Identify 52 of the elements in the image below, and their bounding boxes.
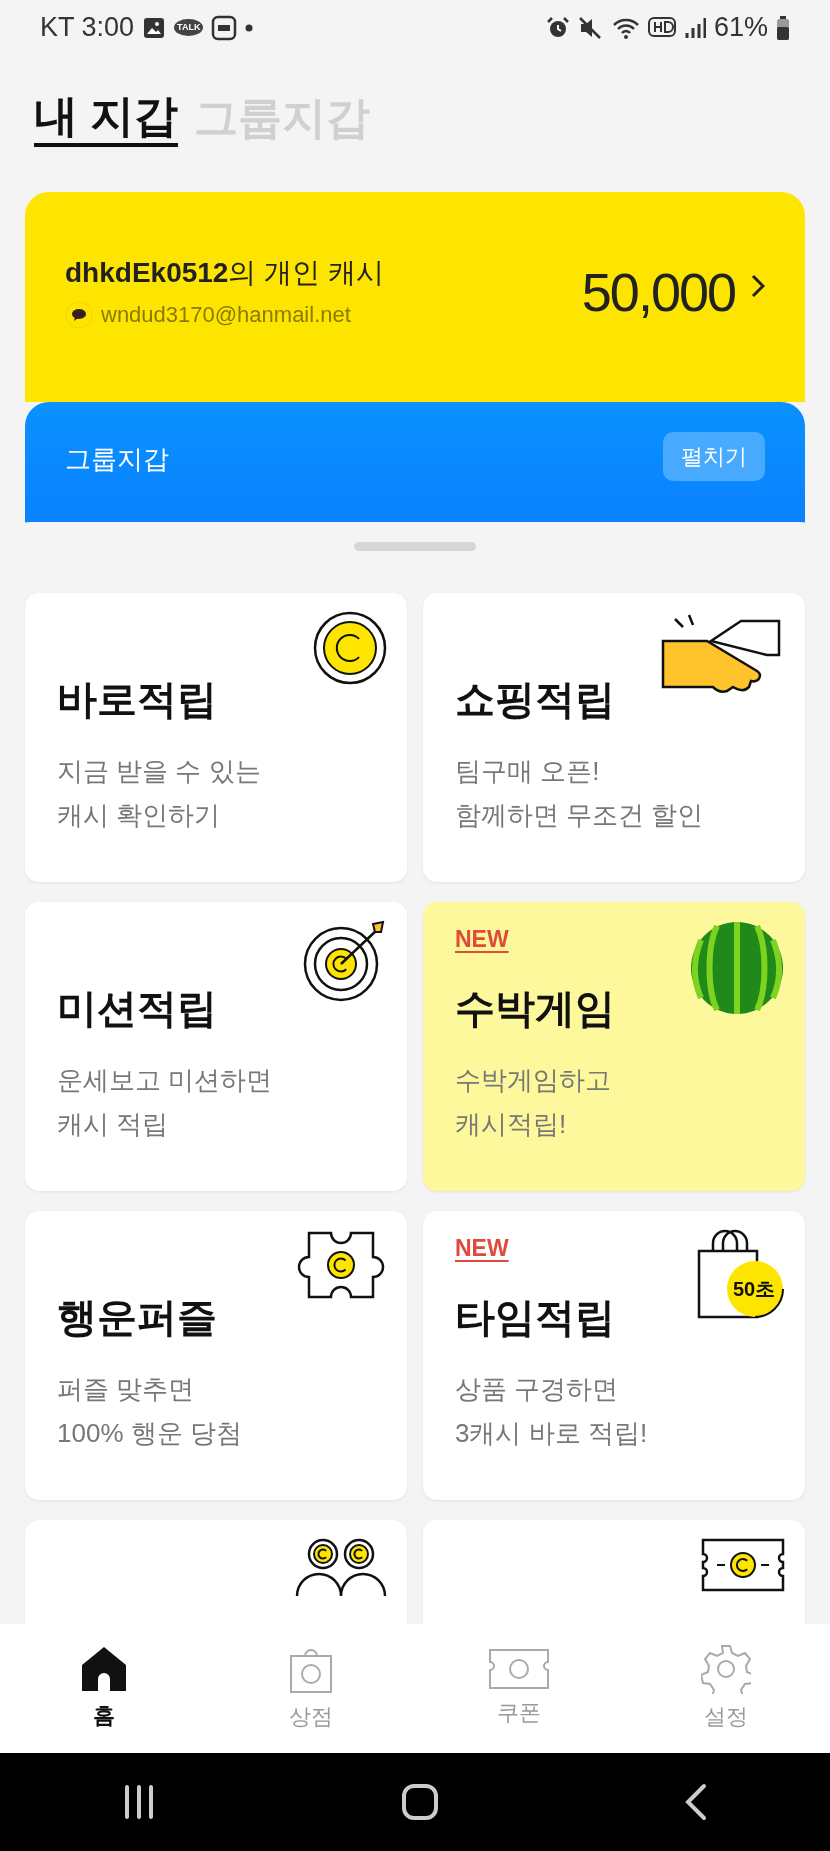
chevron-right-icon bbox=[751, 274, 765, 298]
tile-description: 상품 구경하면 3캐시 바로 적립! bbox=[455, 1373, 648, 1450]
coin-icon bbox=[313, 611, 387, 685]
menu-tile[interactable]: NEW 수박게임 수박게임하고 캐시적립! bbox=[423, 902, 805, 1191]
cash-amount: 50,000 bbox=[581, 261, 735, 324]
tile-title: 행운퍼즐 bbox=[57, 1294, 217, 1341]
nav-tab[interactable]: 홈 bbox=[0, 1624, 208, 1753]
people-icon bbox=[295, 1538, 387, 1598]
signal-icon bbox=[683, 15, 706, 40]
back-icon[interactable] bbox=[683, 1783, 708, 1821]
wallet-tab[interactable]: 내 지갑 bbox=[34, 89, 179, 147]
puzzle-icon bbox=[295, 1229, 387, 1301]
account-email: wndud3170@hanmail.net bbox=[101, 301, 351, 329]
app-notification-icon bbox=[211, 14, 238, 41]
tile-title: 타임적립 bbox=[455, 1294, 615, 1341]
timer-badge: 50초 bbox=[727, 1261, 784, 1318]
tile-description: 팀구매 오픈! 함께하면 무조건 할인 bbox=[455, 755, 704, 832]
coupon-icon bbox=[487, 1648, 550, 1690]
watermelon-icon bbox=[689, 920, 785, 1016]
new-label: NEW bbox=[455, 925, 509, 952]
wallet-card[interactable]: dhkdEk0512의 개인 캐시 wndud3170@hanmail.net 50,000 bbox=[25, 192, 805, 402]
tile-title: 미션적립 bbox=[57, 985, 217, 1032]
new-label: NEW bbox=[455, 1234, 509, 1261]
tile-title: 쇼핑적립 bbox=[455, 676, 615, 723]
settings-icon bbox=[701, 1644, 752, 1694]
tile-description: 지금 받을 수 있는 캐시 확인하기 bbox=[57, 755, 261, 832]
menu-tile[interactable]: 바로적립 지금 받을 수 있는 캐시 확인하기 bbox=[25, 593, 407, 882]
gallery-icon bbox=[142, 15, 167, 40]
wallet-owner-label: dhkdEk0512의 개인 캐시 bbox=[65, 256, 384, 290]
status-time: KT 3:00 bbox=[40, 11, 135, 45]
alarm-icon bbox=[545, 15, 570, 40]
menu-tile[interactable]: NEW 타임적립 상품 구경하면 3캐시 바로 적립! 50초 bbox=[423, 1211, 805, 1500]
tile-description: 운세보고 미션하면 캐시 적립 bbox=[57, 1064, 273, 1141]
menu-tile[interactable]: 행운퍼즐 퍼즐 맞추면 100% 행운 당첨 bbox=[25, 1211, 407, 1500]
home-button-icon[interactable] bbox=[401, 1783, 439, 1821]
tile-title: 수박게임 bbox=[455, 985, 615, 1032]
hd-icon bbox=[647, 16, 676, 39]
target-icon bbox=[303, 920, 387, 1004]
sheet-handle[interactable] bbox=[354, 542, 476, 551]
tile-description: 퍼즐 맞추면 100% 행운 당첨 bbox=[57, 1373, 242, 1450]
talk-notification-icon: TALK bbox=[174, 19, 204, 36]
tile-title: 바로적립 bbox=[57, 676, 217, 723]
menu-tile[interactable]: 쇼핑적립 팀구매 오픈! 함께하면 무조건 할인 bbox=[423, 593, 805, 882]
ticket-icon bbox=[701, 1538, 785, 1592]
home-icon bbox=[79, 1645, 128, 1693]
dot-icon bbox=[245, 23, 254, 32]
battery-percent: 61% bbox=[713, 11, 768, 45]
chat-bubble-icon bbox=[65, 300, 93, 329]
battery-icon bbox=[776, 14, 790, 41]
menu-tile[interactable]: 미션적립 운세보고 미션하면 캐시 적립 bbox=[25, 902, 407, 1191]
group-wallet-title: 그룹지갑 bbox=[65, 443, 169, 476]
tile-description: 수박게임하고 캐시적립! bbox=[455, 1064, 611, 1141]
